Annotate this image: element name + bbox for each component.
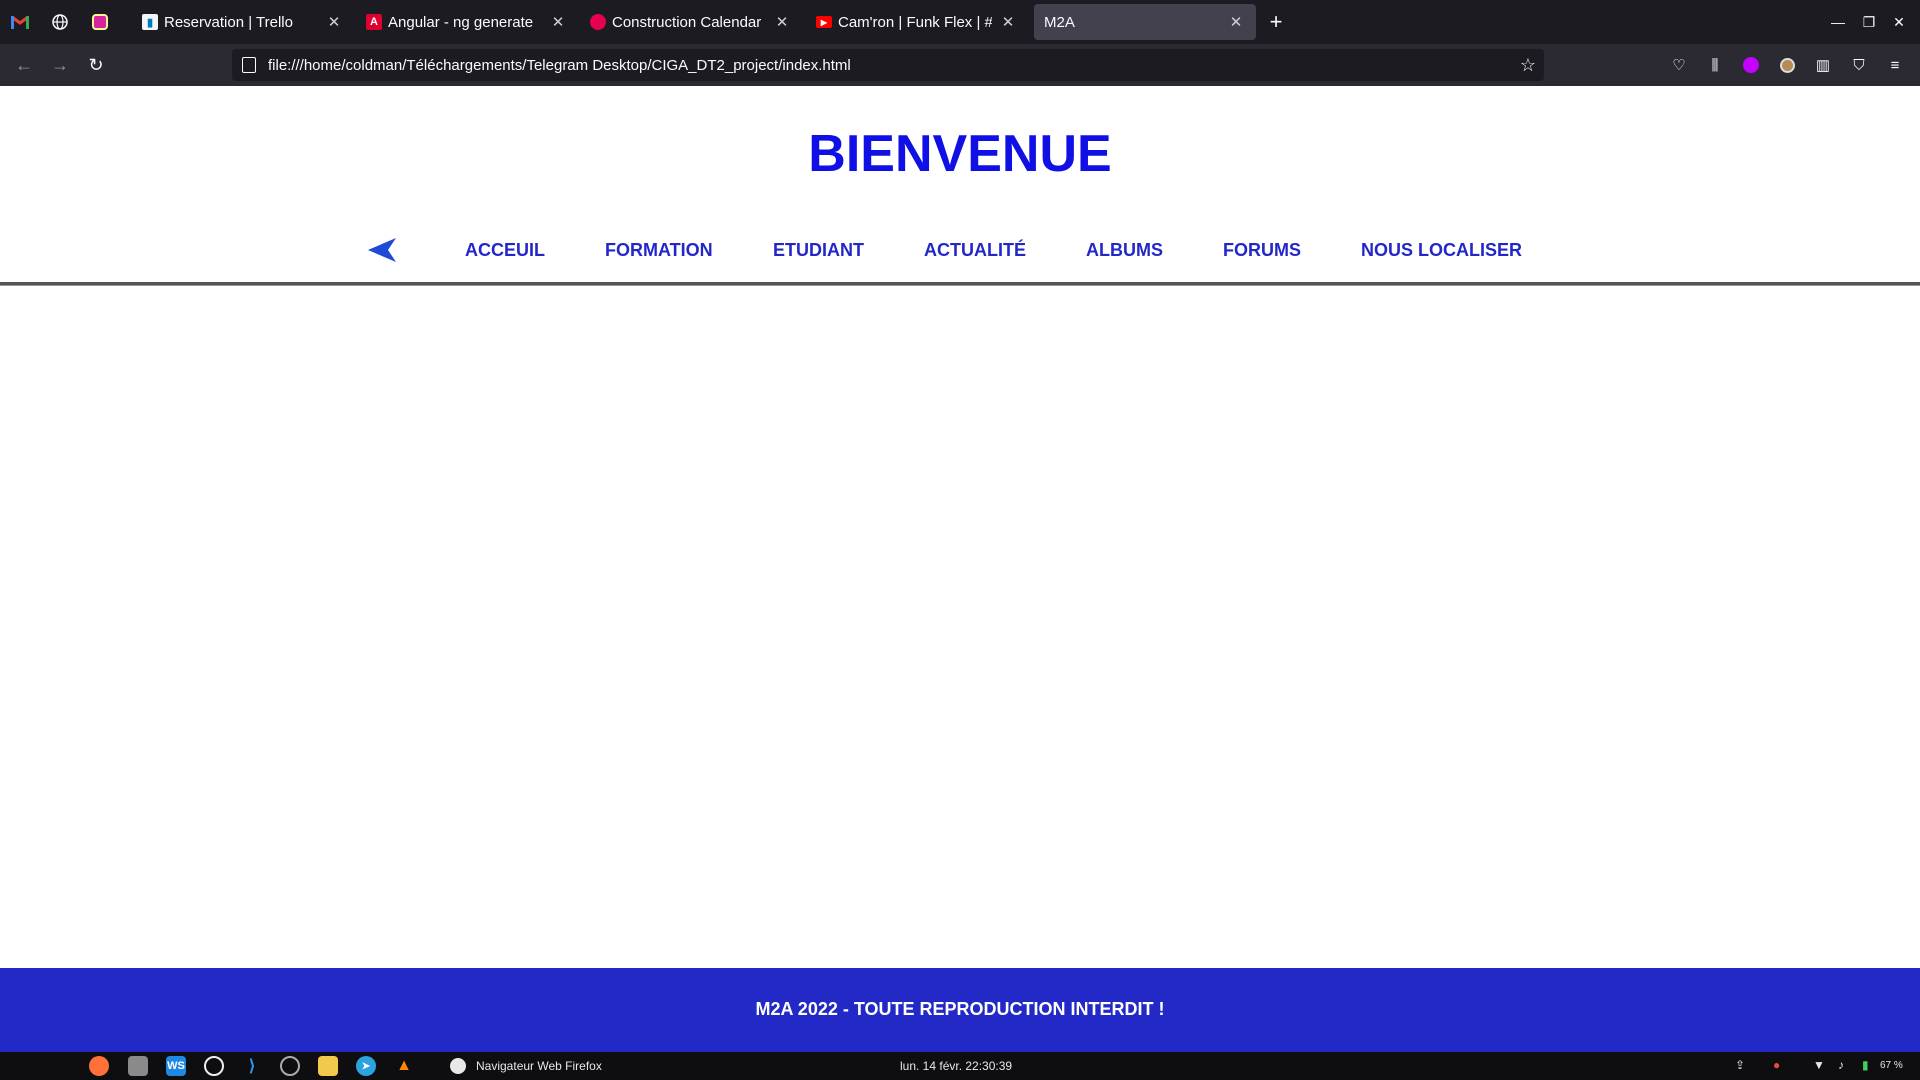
notification-icon[interactable]: ● (1773, 1058, 1780, 1072)
site-icon (590, 14, 606, 30)
tab-youtube[interactable]: ▶ Cam'ron | Funk Flex | #F ✕ (806, 4, 1028, 40)
whatsapp-icon[interactable] (204, 1056, 224, 1076)
page-title: BIENVENUE (808, 125, 1112, 183)
vlc-icon[interactable]: ▲ (394, 1056, 414, 1076)
page-viewport: BIENVENUE ACCEUIL FORMATION ETUDIANT ACT… (0, 86, 1920, 1052)
battery-percent: 67 % (1880, 1060, 1903, 1071)
instagram-icon[interactable] (87, 9, 113, 35)
upload-icon[interactable]: ⇪ (1735, 1058, 1745, 1072)
taskbar-window-firefox[interactable]: Navigateur Web Firefox (450, 1058, 602, 1074)
reader-icon[interactable]: ▥ (1813, 55, 1833, 75)
reload-button[interactable]: ↻ (84, 53, 108, 77)
wifi-icon[interactable]: ▼ (1813, 1058, 1825, 1072)
new-tab-button[interactable]: + (1264, 9, 1288, 34)
pocket-icon[interactable]: ♡ (1669, 55, 1689, 75)
forward-button[interactable]: → (48, 53, 72, 77)
firefox-icon (450, 1058, 466, 1074)
text-editor-icon[interactable] (318, 1056, 338, 1076)
close-tab-icon[interactable]: ✕ (548, 12, 568, 32)
volume-icon[interactable]: ♪ (1838, 1058, 1844, 1072)
vscode-icon[interactable]: ⟩ (242, 1056, 262, 1076)
nav-link-forums[interactable]: FORUMS (1223, 240, 1301, 261)
battery-icon[interactable]: ▮ (1862, 1058, 1869, 1072)
trello-icon: ▮ (142, 14, 158, 30)
close-tab-icon[interactable]: ✕ (998, 12, 1018, 32)
minimize-button[interactable]: — (1826, 10, 1850, 34)
footer-text: M2A 2022 - TOUTE REPRODUCTION INTERDIT ! (755, 999, 1165, 1019)
nav-link-formation[interactable]: FORMATION (605, 240, 713, 261)
navigation-toolbar: ← → ↻ file:///home/coldman/Téléchargemen… (0, 44, 1920, 86)
files-icon[interactable] (128, 1056, 148, 1076)
url-text[interactable]: file:///home/coldman/Téléchargements/Tel… (268, 57, 851, 74)
page-footer: M2A 2022 - TOUTE REPRODUCTION INTERDIT ! (0, 968, 1920, 1052)
bookmark-star-icon[interactable]: ☆ (1520, 55, 1536, 76)
tab-construction-calendar[interactable]: Construction Calendar by ✕ (580, 4, 802, 40)
globe-icon[interactable] (47, 9, 73, 35)
back-arrow-icon[interactable] (366, 236, 398, 264)
url-bar[interactable]: file:///home/coldman/Téléchargements/Tel… (232, 49, 1544, 81)
angular-icon: A (366, 14, 382, 30)
extension-icon[interactable] (1777, 55, 1797, 75)
tab-bar: ▮ Reservation | Trello ✕ A Angular - ng … (0, 0, 1920, 44)
restore-button[interactable]: ❐ (1857, 10, 1881, 34)
telegram-icon[interactable]: ➤ (356, 1056, 376, 1076)
tab-angular[interactable]: A Angular - ng generate ✕ (356, 4, 578, 40)
site-nav: ACCEUIL FORMATION ETUDIANT ACTUALITÉ ALB… (0, 232, 1920, 282)
nav-link-albums[interactable]: ALBUMS (1086, 240, 1163, 261)
webstorm-icon[interactable]: WS (166, 1056, 186, 1076)
library-icon[interactable]: ⫼ (1705, 55, 1725, 75)
tab-m2a[interactable]: M2A ✕ (1034, 4, 1256, 40)
nav-link-actualite[interactable]: ACTUALITÉ (924, 240, 1026, 261)
close-window-button[interactable]: ✕ (1887, 10, 1911, 34)
gmail-icon[interactable] (7, 9, 33, 35)
close-tab-icon[interactable]: ✕ (772, 12, 792, 32)
page-icon (242, 57, 256, 73)
nav-divider (0, 282, 1920, 286)
back-button[interactable]: ← (12, 53, 36, 77)
nav-link-etudiant[interactable]: ETUDIANT (773, 240, 864, 261)
youtube-icon: ▶ (816, 16, 832, 28)
close-tab-icon[interactable]: ✕ (1226, 12, 1246, 32)
extension-icon[interactable] (1741, 55, 1761, 75)
menu-icon[interactable]: ≡ (1885, 55, 1905, 75)
close-tab-icon[interactable]: ✕ (324, 12, 344, 32)
terminal-icon[interactable] (280, 1056, 300, 1076)
nav-link-acceuil[interactable]: ACCEUIL (465, 240, 545, 261)
tab-trello[interactable]: ▮ Reservation | Trello ✕ (132, 4, 354, 40)
nav-link-nous-localiser[interactable]: NOUS LOCALISER (1361, 240, 1522, 261)
clock[interactable]: lun. 14 févr. 22:30:39 (900, 1059, 1012, 1073)
os-taskbar: WS ⟩ ➤ ▲ Navigateur Web Firefox lun. 14 … (0, 1052, 1920, 1080)
shield-icon[interactable]: ⛉ (1849, 55, 1869, 75)
firefox-icon[interactable] (89, 1056, 109, 1076)
